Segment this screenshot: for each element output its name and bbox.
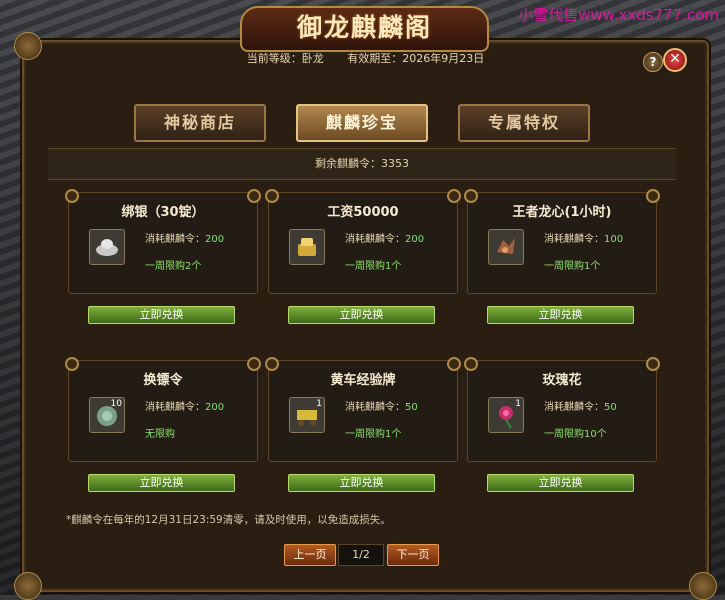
- prev-page-button[interactable]: 上一页: [284, 544, 336, 566]
- item-limit: 无限购: [145, 429, 175, 440]
- item-name: 工资50000: [327, 205, 399, 220]
- help-button[interactable]: ?: [643, 52, 663, 72]
- current-level: 当前等级：卧龙: [246, 52, 324, 65]
- gold-treasure-icon: [289, 229, 325, 265]
- silver-ingot-icon: [89, 229, 125, 265]
- item-cost: 消耗麒麟令：200: [145, 402, 225, 413]
- pagination: 上一页 1/2 下一页: [24, 544, 707, 566]
- next-page-button[interactable]: 下一页: [387, 544, 439, 566]
- exchange-button[interactable]: 立即兑换: [487, 474, 634, 492]
- item-card: 换镖令 10 消耗麒麟令：200 无限购: [65, 357, 261, 462]
- item-cost: 消耗麒麟令：50: [544, 402, 617, 413]
- item-name: 换镖令: [143, 373, 183, 388]
- seller-watermark: 小雪代售www.xxds777.com: [518, 6, 719, 24]
- exchange-button[interactable]: 立即兑换: [288, 306, 435, 324]
- store-window: 当前等级：卧龙 有效期至：2026年9月23日 ? ✕ 神秘商店 麒麟珍宝 专属…: [14, 32, 717, 600]
- item-card: 王者龙心(1小时) 消耗麒麟令：100 一周限购1个: [464, 189, 660, 294]
- item-cost: 消耗麒麟令：50: [345, 402, 418, 413]
- tab-mystery-shop[interactable]: 神秘商店: [134, 104, 266, 142]
- exchange-button[interactable]: 立即兑换: [88, 474, 235, 492]
- item-limit: 一周限购1个: [544, 261, 601, 272]
- dragon-heart-icon: [488, 229, 524, 265]
- yellow-cart-icon: 1: [289, 397, 325, 433]
- item-cost: 消耗麒麟令：200: [345, 234, 425, 245]
- remaining-tokens: 剩余麒麟令：3353: [48, 148, 676, 180]
- item-name: 黄车经验牌: [330, 373, 396, 388]
- item-name: 绑银（30锭）: [121, 205, 205, 220]
- item-limit: 一周限购1个: [345, 429, 402, 440]
- item-card: 工资50000 消耗麒麟令：200 一周限购1个: [265, 189, 461, 294]
- exchange-button[interactable]: 立即兑换: [487, 306, 634, 324]
- item-card: 玫瑰花 1 消耗麒麟令：50 一周限购10个: [464, 357, 660, 462]
- reset-notice: *麒麟令在每年的12月31日23:59清零，请及时使用，以免造成损失。: [66, 514, 391, 526]
- tab-exclusive-privilege[interactable]: 专属特权: [458, 104, 590, 142]
- exchange-button[interactable]: 立即兑换: [288, 474, 435, 492]
- item-limit: 一周限购10个: [544, 429, 607, 440]
- item-name: 玫瑰花: [542, 373, 582, 388]
- item-card: 黄车经验牌 1 消耗麒麟令：50 一周限购1个: [265, 357, 461, 462]
- tab-qilin-treasure[interactable]: 麒麟珍宝: [296, 104, 428, 142]
- rose-icon: 1: [488, 397, 524, 433]
- item-quantity: 1: [515, 399, 521, 409]
- page-indicator: 1/2: [338, 544, 384, 566]
- valid-until: 有效期至：2026年9月23日: [347, 52, 485, 65]
- tab-bar: 神秘商店 麒麟珍宝 专属特权: [24, 104, 707, 142]
- item-cost: 消耗麒麟令：200: [145, 234, 225, 245]
- item-quantity: 1: [316, 399, 322, 409]
- item-name: 王者龙心(1小时): [512, 205, 612, 220]
- item-card: 绑银（30锭） 消耗麒麟令：200 一周限购2个: [65, 189, 261, 294]
- escort-token-icon: 10: [89, 397, 125, 433]
- close-button[interactable]: ✕: [663, 48, 687, 72]
- window-title-plate: 御龙麒麟阁: [240, 6, 489, 52]
- item-limit: 一周限购2个: [145, 261, 202, 272]
- corner-ornament-icon: [14, 572, 42, 600]
- window-title: 御龙麒麟阁: [296, 13, 432, 42]
- exchange-button[interactable]: 立即兑换: [88, 306, 235, 324]
- item-cost: 消耗麒麟令：100: [544, 234, 624, 245]
- item-quantity: 10: [110, 399, 122, 409]
- item-limit: 一周限购1个: [345, 261, 402, 272]
- corner-ornament-icon: [689, 572, 717, 600]
